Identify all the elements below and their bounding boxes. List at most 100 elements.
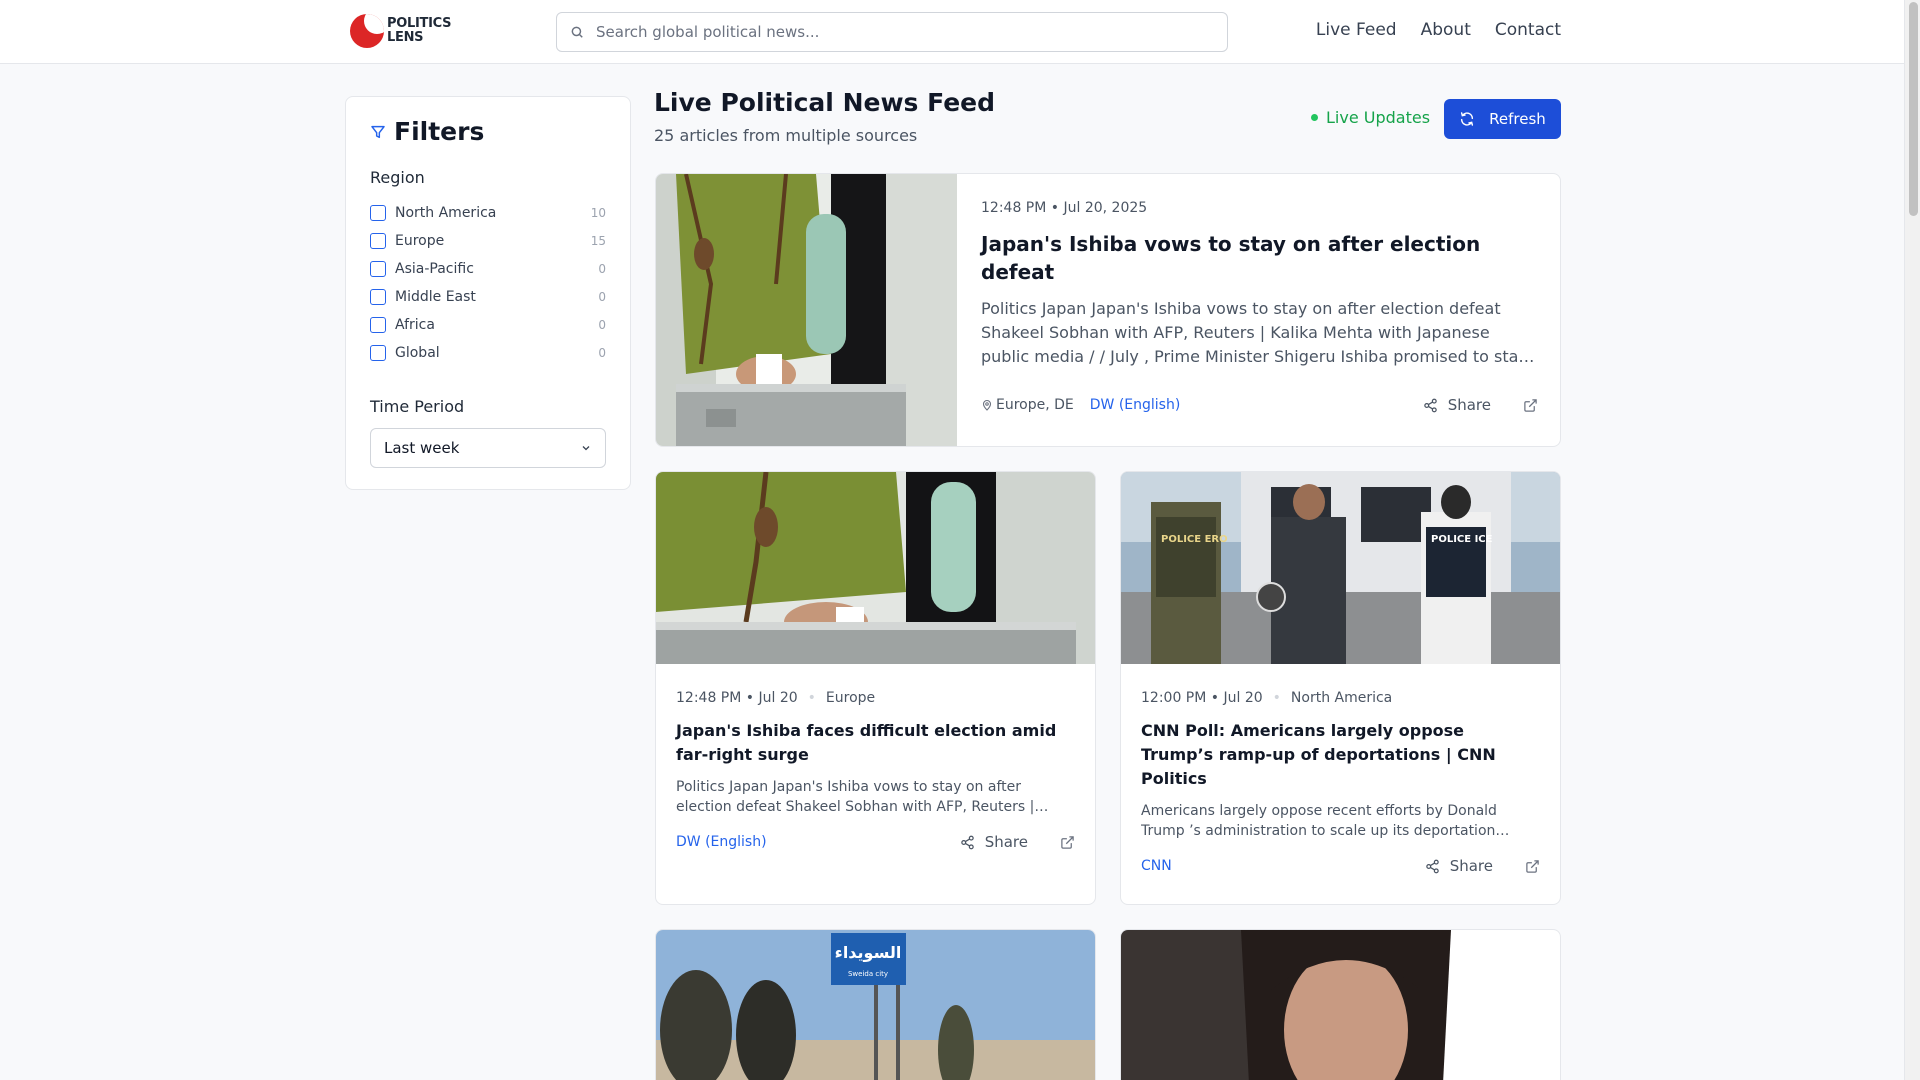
region-name: Europe (395, 233, 445, 249)
share-icon (1425, 859, 1439, 873)
logo-text-line1: POLITICS (387, 16, 452, 31)
featured-article-card[interactable]: 12:48 PM • Jul 20, 2025 Japan's Ishiba v… (655, 173, 1561, 447)
article-image-ice-agents[interactable]: POLICE ERO POLICE ICE (1121, 472, 1561, 664)
article-source-link[interactable]: DW (English) (1090, 397, 1181, 413)
share-icon (1423, 398, 1437, 412)
share-label: Share (984, 833, 1028, 851)
share-label: Share (1449, 857, 1493, 875)
article-title[interactable]: CNN Poll: Americans largely oppose Trump… (1141, 719, 1540, 791)
region-option-asia-pacific[interactable]: Asia-Pacific 0 (370, 255, 606, 283)
refresh-button[interactable]: Refresh (1444, 99, 1561, 139)
region-checkbox[interactable] (370, 289, 386, 305)
share-icon (960, 835, 974, 849)
politics-lens-logo[interactable]: POLITICS LENS (350, 14, 451, 48)
region-option-africa[interactable]: Africa 0 (370, 311, 606, 339)
article-timestamp: 12:48 PM • Jul 20 (676, 690, 798, 706)
refresh-icon (1461, 112, 1474, 126)
search-bar[interactable] (556, 12, 1228, 52)
article-source-link[interactable]: DW (English) (676, 834, 767, 850)
article-image-portrait[interactable] (1121, 930, 1561, 1080)
logo-mark-icon (350, 14, 384, 48)
map-pin-icon (982, 399, 992, 411)
sign-latin-text: Sweida city (848, 970, 888, 978)
region-checkbox[interactable] (370, 345, 386, 361)
region-label: Region (370, 168, 425, 187)
article-region: North America (1290, 690, 1393, 706)
region-option-global[interactable]: Global 0 (370, 339, 606, 367)
time-period-select[interactable]: Last week (370, 428, 606, 468)
vest-text-right: POLICE ICE (1431, 534, 1493, 545)
region-option-middle-east[interactable]: Middle East 0 (370, 283, 606, 311)
share-button[interactable]: Share (960, 833, 1028, 851)
feed-subtitle: 25 articles from multiple sources (654, 126, 918, 145)
article-image-ballot[interactable] (656, 174, 957, 447)
filters-heading: Filters (370, 117, 606, 146)
article-card[interactable]: 12:48 PM • Jul 20 • Europe Japan's Ishib… (655, 471, 1096, 905)
article-source-link[interactable]: CNN (1141, 858, 1172, 874)
region-checkbox[interactable] (370, 205, 386, 221)
featured-article-footer: Europe, DE DW (English) Share (981, 396, 1538, 414)
article-meta: 12:00 PM • Jul 20 • North America (1141, 690, 1393, 706)
search-icon (571, 26, 583, 38)
filter-funnel-icon (371, 125, 385, 138)
nav-live-feed[interactable]: Live Feed (1316, 20, 1397, 40)
article-timestamp: 12:00 PM • Jul 20 (1141, 690, 1263, 706)
share-button[interactable]: Share (1425, 857, 1493, 875)
article-location: Europe, DE (981, 397, 1074, 413)
vest-text-left: POLICE ERO (1161, 534, 1228, 545)
region-option-north-america[interactable]: North America 10 (370, 199, 606, 227)
filters-panel: Filters Region North America 10 Europe 1… (345, 96, 631, 490)
sign-arabic-text: السويداء (835, 943, 902, 962)
share-button[interactable]: Share (1423, 396, 1491, 414)
region-name: Africa (395, 317, 435, 333)
article-card[interactable]: POLICE ERO POLICE ICE 12:00 PM • Jul 20 … (1120, 471, 1561, 905)
nav-about[interactable]: About (1421, 20, 1471, 40)
logo-text-line2: LENS (387, 30, 424, 45)
feed-title: Live Political News Feed (654, 88, 996, 117)
region-checkbox[interactable] (370, 317, 386, 333)
article-card[interactable] (1120, 929, 1561, 1080)
article-image-sweida[interactable]: السويداء Sweida city (656, 930, 1096, 1080)
region-checkbox[interactable] (370, 233, 386, 249)
top-navbar: POLITICS LENS Live Feed About Contact (0, 0, 1904, 64)
live-updates-label: Live Updates (1326, 108, 1431, 127)
filters-title: Filters (394, 117, 485, 146)
region-count: 0 (598, 318, 606, 332)
external-link-button[interactable] (1060, 835, 1075, 850)
region-count: 15 (590, 234, 606, 248)
region-count: 0 (598, 262, 606, 276)
article-footer: DW (English) Share (676, 833, 1075, 851)
chevron-down-icon (582, 446, 590, 451)
article-title[interactable]: Japan's Ishiba faces difficult election … (676, 719, 1075, 767)
article-image-ballot[interactable] (656, 472, 1096, 664)
external-link-icon (1524, 398, 1537, 412)
main-nav: Live Feed About Contact (1316, 20, 1561, 40)
external-link-button[interactable] (1523, 398, 1538, 413)
region-checkbox[interactable] (370, 261, 386, 277)
article-body: 12:48 PM • Jul 20 • Europe Japan's Ishib… (656, 690, 1095, 904)
external-link-icon (1061, 835, 1074, 849)
article-excerpt: Politics Japan Japan's Ishiba vows to st… (981, 299, 1528, 366)
region-count: 0 (598, 346, 606, 360)
external-link-icon (1526, 859, 1539, 873)
article-title[interactable]: Japan's Ishiba vows to stay on after ele… (981, 230, 1536, 286)
region-name: Middle East (395, 289, 476, 305)
region-count: 0 (598, 290, 606, 304)
nav-contact[interactable]: Contact (1495, 20, 1561, 40)
article-footer: CNN Share (1141, 857, 1540, 875)
live-updates-indicator: Live Updates (1311, 108, 1430, 127)
region-count: 10 (590, 206, 606, 220)
scrollbar-thumb[interactable] (1909, 2, 1918, 216)
external-link-button[interactable] (1525, 859, 1540, 874)
refresh-label: Refresh (1489, 110, 1546, 128)
region-name: Global (395, 345, 440, 361)
article-excerpt: Politics Japan Japan's Ishiba vows to st… (676, 779, 1035, 815)
article-card[interactable]: السويداء Sweida city (655, 929, 1096, 1080)
article-meta: 12:48 PM • Jul 20 • Europe (676, 690, 876, 706)
time-period-label: Time Period (370, 397, 465, 416)
article-location-text: Europe, DE (996, 397, 1074, 413)
search-input[interactable] (596, 23, 1196, 41)
region-option-europe[interactable]: Europe 15 (370, 227, 606, 255)
share-label: Share (1447, 396, 1491, 414)
page-scrollbar[interactable] (1904, 0, 1920, 1080)
